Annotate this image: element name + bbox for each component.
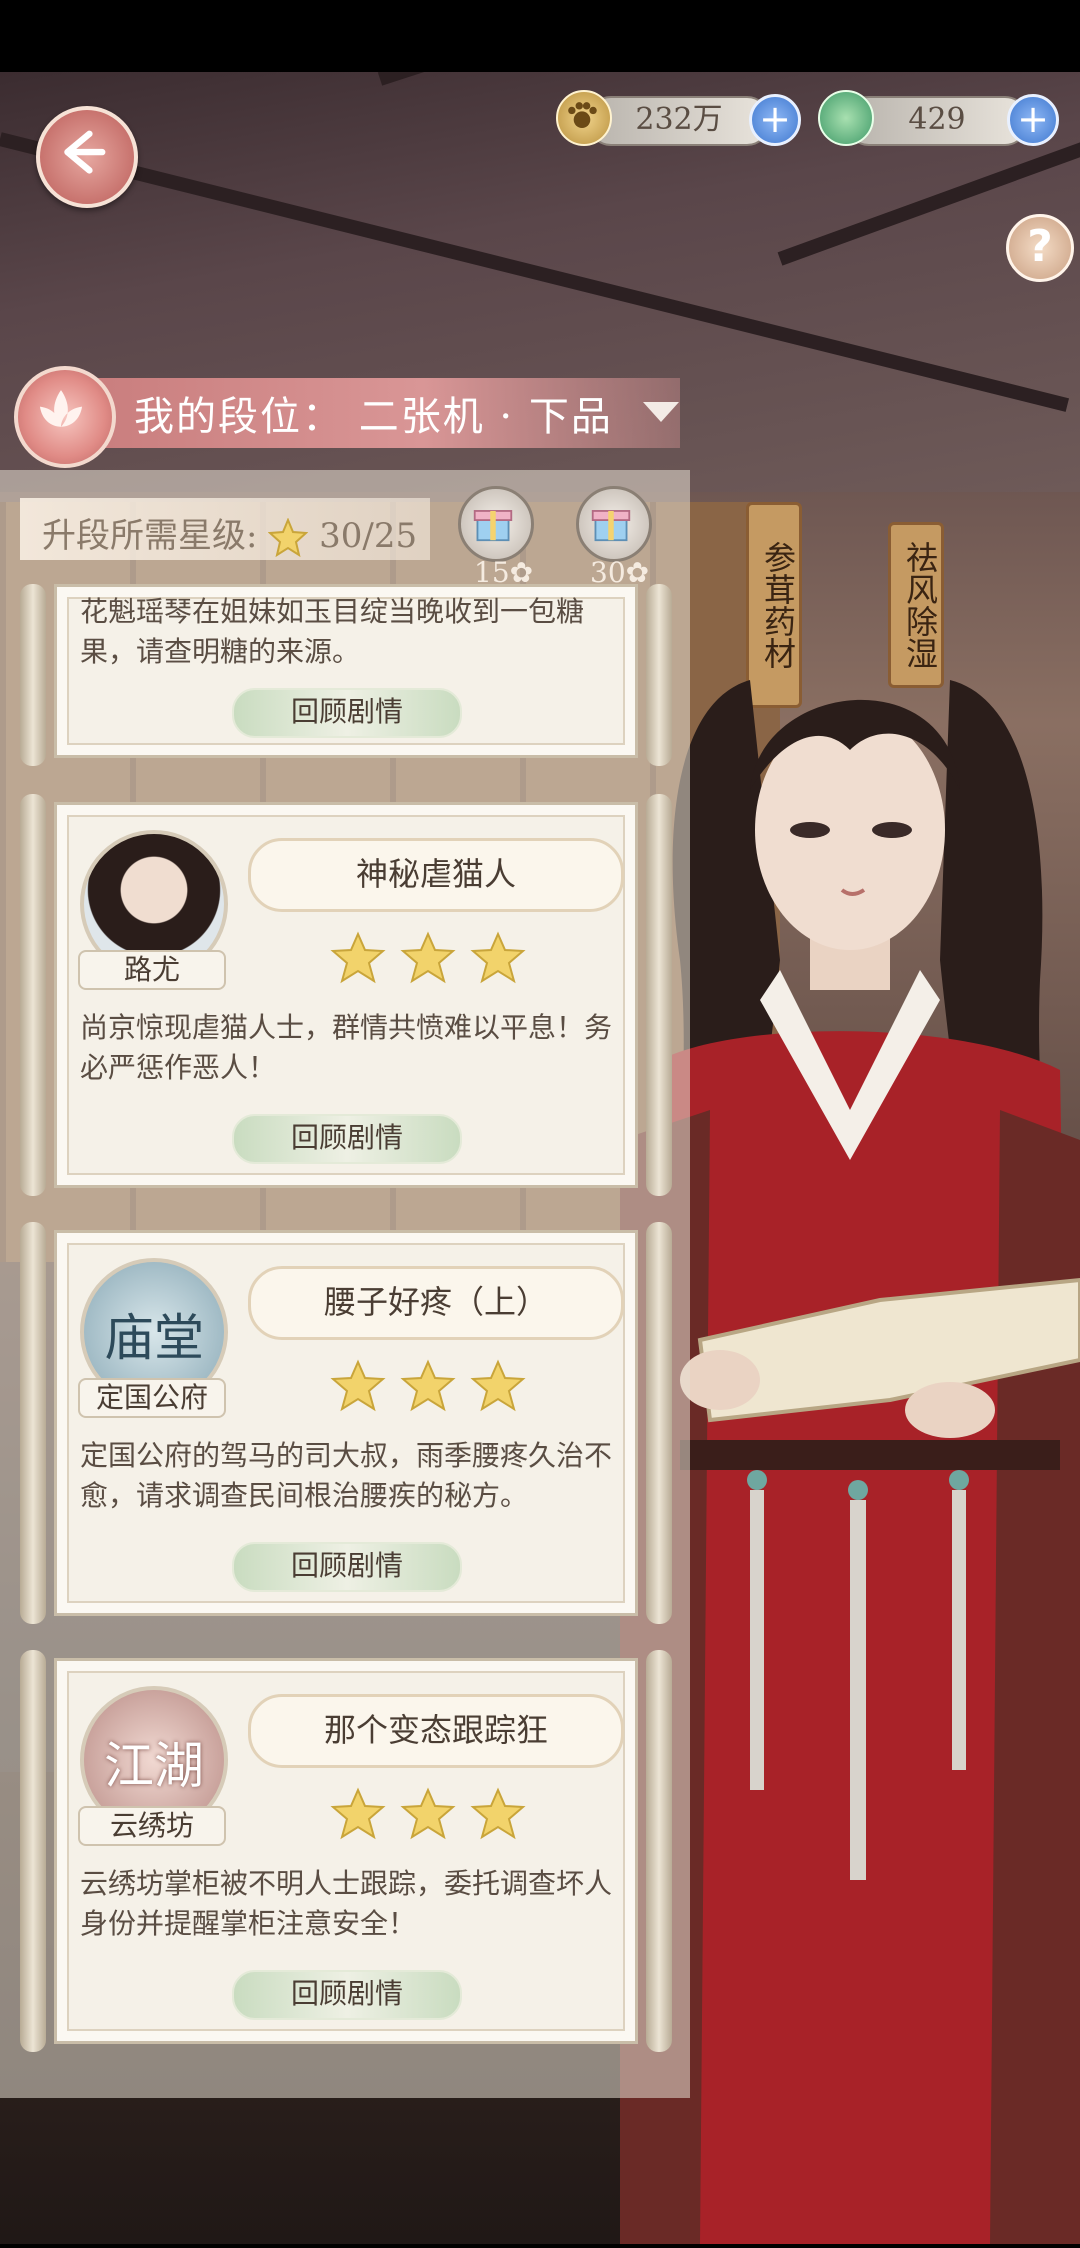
review-story-button[interactable]: 回顾剧情 <box>232 1970 462 2020</box>
case-card: 庙堂 定国公府 腰子好疼（上） 定国公府的驾马的司大叔，雨季腰疼久治不愈，请求调… <box>20 1222 672 1624</box>
npc-name: 路尤 <box>78 950 226 990</box>
case-rating <box>330 1359 526 1412</box>
lotus-emblem-icon <box>14 366 116 468</box>
requirement-value: 30/25 <box>319 516 418 556</box>
star-icon <box>330 931 386 984</box>
case-description: 云绣坊掌柜被不明人士跟踪，委托调查坏人身份并提醒掌柜注意安全！ <box>80 1867 613 1940</box>
status-bar <box>0 0 1080 72</box>
case-description: 花魁瑶琴在姐妹如玉目绽当晚收到一包糖果，请查明糖的来源。 <box>80 595 585 668</box>
help-button[interactable]: ? <box>1006 214 1074 282</box>
scroll-roller <box>20 1650 46 2052</box>
jade-cat-icon <box>818 90 874 146</box>
case-rating <box>330 1787 526 1840</box>
npc-name: 定国公府 <box>78 1378 226 1418</box>
review-story-button[interactable]: 回顾剧情 <box>232 1114 462 1164</box>
add-paw-button[interactable]: + <box>749 94 801 146</box>
add-jade-button[interactable]: + <box>1007 94 1059 146</box>
case-title: 腰子好疼（上） <box>248 1266 624 1340</box>
case-rating <box>330 931 526 984</box>
back-arrow-icon <box>64 130 106 174</box>
case-description: 尚京惊现虐猫人士，群情共愤难以平息！务必严惩作恶人！ <box>80 1011 613 1084</box>
case-card: 花魁瑶琴在姐妹如玉目绽当晚收到一包糖果，请查明糖的来源。 回顾剧情 <box>20 584 672 766</box>
gift-box-icon[interactable] <box>458 486 534 562</box>
star-icon <box>400 1359 456 1412</box>
paw-currency-counter: 232万 <box>588 96 770 146</box>
review-story-button[interactable]: 回顾剧情 <box>232 688 462 738</box>
scroll-roller <box>646 584 672 766</box>
case-card: 江湖 云绣坊 那个变态跟踪狂 云绣坊掌柜被不明人士跟踪，委托调查坏人身份并提醒掌… <box>20 1650 672 2052</box>
back-button[interactable] <box>36 106 138 208</box>
npc-name: 云绣坊 <box>78 1806 226 1846</box>
case-description: 定国公府的驾马的司大叔，雨季腰疼久治不愈，请求调查民间根治腰疾的秘方。 <box>80 1439 613 1512</box>
rank-title: 我的段位： 二张机 · 下品 <box>134 384 613 442</box>
star-icon <box>330 1359 386 1412</box>
scroll-roller <box>20 1222 46 1624</box>
rank-label: 我的段位： <box>134 394 344 440</box>
requirement-text: 升段所需星级: 30/25 <box>42 508 417 558</box>
scroll-roller <box>646 1222 672 1624</box>
portrait-calligraphy: 庙堂 <box>104 1309 204 1367</box>
scroll-roller <box>646 794 672 1196</box>
paw-icon <box>556 90 612 146</box>
case-title: 那个变态跟踪狂 <box>248 1694 624 1768</box>
scroll-roller <box>20 584 46 766</box>
star-icon <box>470 1787 526 1840</box>
gift-box-icon[interactable] <box>576 486 652 562</box>
star-icon <box>330 1787 386 1840</box>
dropdown-arrow-icon[interactable] <box>643 402 679 422</box>
portrait-calligraphy: 江湖 <box>104 1737 204 1795</box>
star-icon <box>268 518 309 558</box>
rank-value: 二张机 · 下品 <box>358 394 613 440</box>
star-icon <box>470 931 526 984</box>
star-icon <box>400 1787 456 1840</box>
scroll-roller <box>646 1650 672 2052</box>
case-card: 路尤 神秘虐猫人 尚京惊现虐猫人士，群情共愤难以平息！务必严惩作恶人！ 回顾剧情 <box>20 794 672 1196</box>
scroll-roller <box>20 794 46 1196</box>
star-icon <box>470 1359 526 1412</box>
requirement-label: 升段所需星级: <box>42 516 258 556</box>
review-story-button[interactable]: 回顾剧情 <box>232 1542 462 1592</box>
case-title: 神秘虐猫人 <box>248 838 624 912</box>
star-icon <box>400 931 456 984</box>
